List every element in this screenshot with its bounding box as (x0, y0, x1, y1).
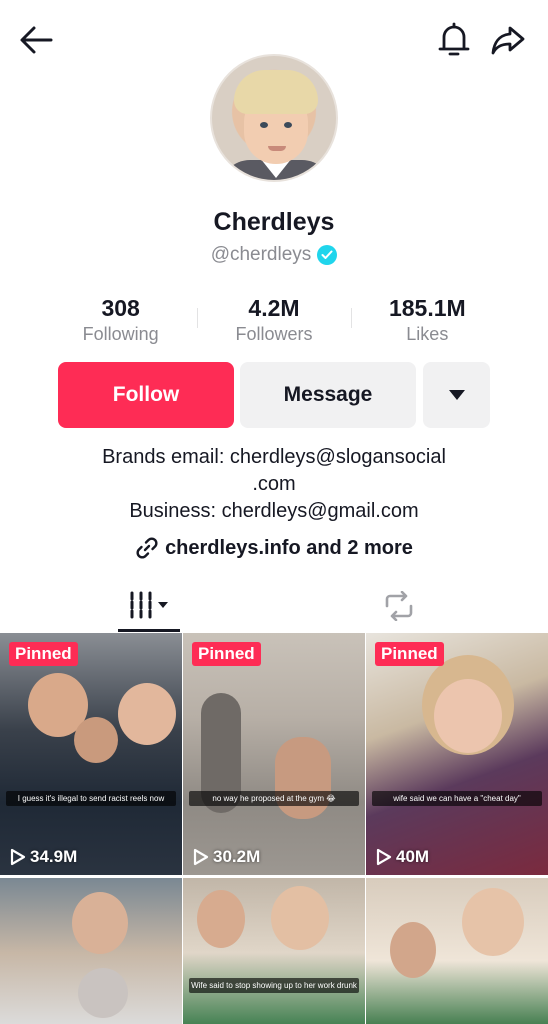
stat-likes[interactable]: 185.1M Likes (350, 294, 504, 350)
video-caption: I guess it's illegal to send racist reel… (6, 791, 176, 806)
repost-icon (385, 591, 413, 621)
video-thumbnail[interactable] (366, 878, 548, 1024)
bio-link-text[interactable]: cherdleys.info and 2 more (165, 537, 413, 560)
bio-line: Brands email: cherdleys@slogansocial (102, 446, 446, 468)
verified-badge-icon (317, 245, 338, 265)
grid-icon (130, 591, 168, 618)
follow-button[interactable]: Follow (58, 362, 234, 428)
stat-following[interactable]: 308 Following (44, 294, 197, 350)
bio-line: Business: cherdleys@gmail.com (129, 500, 419, 522)
video-thumbnail[interactable]: Pinned wife said we can have a "cheat da… (366, 633, 548, 875)
avatar-hair (234, 70, 318, 114)
stat-value: 4.2M (248, 295, 300, 321)
avatar[interactable] (210, 54, 338, 182)
profile-actions: Follow Message (58, 362, 490, 428)
view-count: 30.2M (193, 847, 260, 867)
video-caption: wife said we can have a "cheat day" (372, 791, 542, 806)
stat-followers[interactable]: 4.2M Followers (197, 294, 350, 350)
pinned-badge: Pinned (375, 642, 444, 666)
link-icon (136, 537, 158, 559)
play-icon (193, 848, 209, 866)
content-tabs (0, 580, 548, 632)
bio-link[interactable]: cherdleys.info and 2 more (0, 536, 548, 560)
video-grid: Pinned I guess it's illegal to send raci… (0, 633, 548, 1024)
message-button[interactable]: Message (240, 362, 416, 428)
play-icon (10, 848, 26, 866)
view-count-text: 34.9M (30, 847, 78, 866)
tab-reposts[interactable] (368, 580, 430, 632)
username-handle: @cherdleys (210, 244, 312, 265)
bio-line: .com (252, 473, 296, 495)
avatar-eye (284, 122, 292, 128)
tab-videos[interactable] (118, 580, 180, 632)
view-count: 40M (376, 847, 429, 867)
caret-down-icon (448, 390, 465, 400)
display-name: Cherdleys (213, 208, 335, 236)
stat-value: 308 (101, 295, 140, 321)
stat-label: Followers (235, 324, 313, 344)
video-caption: no way he proposed at the gym 😂 (189, 791, 359, 806)
pinned-badge: Pinned (192, 642, 261, 666)
profile-stats: 308 Following 4.2M Followers 185.1M Like… (44, 294, 504, 350)
avatar-eye (260, 122, 268, 128)
share-arrow-icon (491, 26, 525, 55)
notifications-button[interactable] (432, 18, 476, 62)
view-count: 34.9M (10, 847, 77, 867)
suggested-accounts-button[interactable] (423, 362, 490, 428)
share-button[interactable] (486, 18, 530, 62)
bell-icon (438, 22, 470, 56)
stat-value: 185.1M (388, 295, 466, 321)
stat-label: Following (82, 324, 159, 344)
bio: Brands email: cherdleys@slogansocial .co… (40, 444, 508, 525)
video-caption: Wife said to stop showing up to her work… (189, 978, 359, 993)
video-thumbnail[interactable] (0, 878, 182, 1024)
video-thumbnail[interactable]: Pinned I guess it's illegal to send raci… (0, 633, 182, 875)
video-thumbnail[interactable]: Pinned no way he proposed at the gym 😂 3… (183, 633, 365, 875)
handle-row: @cherdleys (0, 244, 548, 266)
view-count-text: 40M (396, 847, 430, 866)
pinned-badge: Pinned (9, 642, 78, 666)
stat-label: Likes (406, 324, 449, 344)
avatar-mouth (268, 146, 286, 151)
view-count-text: 30.2M (213, 847, 261, 866)
play-icon (376, 848, 392, 866)
back-button[interactable] (14, 18, 58, 62)
arrow-left-icon (20, 26, 53, 54)
video-thumbnail[interactable]: Wife said to stop showing up to her work… (183, 878, 365, 1024)
